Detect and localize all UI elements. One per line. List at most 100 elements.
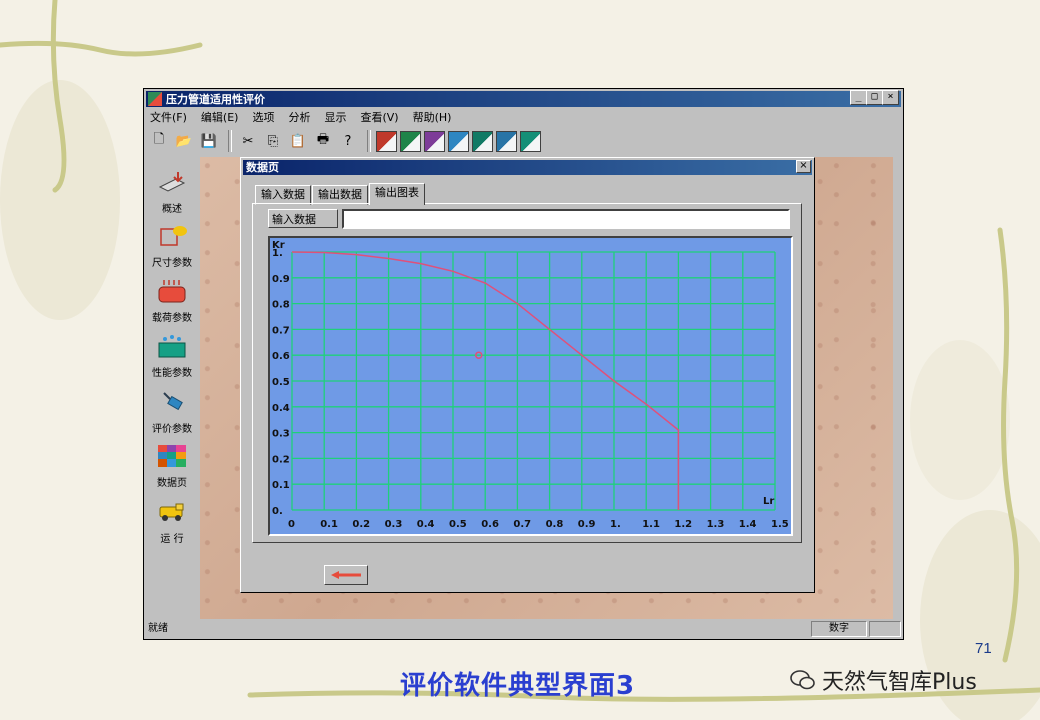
load-icon <box>158 280 186 303</box>
module-sidebar: 概述 尺寸参数 载荷参数 性能参数 评价参数 数据页 运 行 <box>146 157 198 619</box>
window-right-edge <box>893 157 901 619</box>
menu-edit[interactable]: 编辑(E) <box>199 108 241 126</box>
tab-output-chart[interactable]: 输出图表 <box>369 183 425 205</box>
menu-options[interactable]: 选项 <box>250 108 276 126</box>
toolbar-module-7-icon[interactable] <box>520 130 541 152</box>
chart-plot-area <box>270 238 791 534</box>
menu-analysis[interactable]: 分析 <box>286 108 312 126</box>
status-numlock: 数字 <box>811 621 867 637</box>
status-bar: 就绪 数字 <box>146 621 901 637</box>
sidebar-item-dimension[interactable]: 尺寸参数 <box>146 223 198 269</box>
help-icon[interactable]: ? <box>337 130 359 152</box>
slide-caption: 评价软件典型界面3 <box>400 671 636 701</box>
y-tick-label: 0.1 <box>272 480 290 491</box>
close-button[interactable]: × <box>882 90 899 105</box>
overview-icon <box>158 172 186 192</box>
x-tick-label: 1.5 <box>771 519 789 530</box>
y-axis-label: Kr <box>272 240 285 251</box>
sidebar-item-data-page[interactable]: 数据页 <box>146 443 198 489</box>
y-tick-label: 0.8 <box>272 300 290 311</box>
fad-chart-svg: 0 0.1 0.2 0.3 0.4 0.5 0.6 0.7 0.8 0.9 1. 1.1 1.2 1.3 1… <box>270 238 791 534</box>
dimension-icon <box>160 226 187 246</box>
input-data-field[interactable] <box>342 209 790 229</box>
cut-icon[interactable]: ✂ <box>237 130 259 152</box>
y-tick-label: 0. <box>272 506 283 517</box>
menu-help[interactable]: 帮助(H) <box>411 108 454 126</box>
y-tick-label: 0.4 <box>272 403 290 414</box>
menu-view[interactable]: 查看(V) <box>358 108 400 126</box>
left-arrow-icon <box>331 571 361 579</box>
fad-chart: 0 0.1 0.2 0.3 0.4 0.5 0.6 0.7 0.8 0.9 1. 1.1 1.2 1.3 1… <box>268 236 793 536</box>
status-text: 就绪 <box>148 623 168 634</box>
y-tick-label: 0.9 <box>272 274 290 285</box>
dialog-close-button[interactable]: × <box>796 160 811 173</box>
x-tick-label: 1. <box>610 519 621 530</box>
tab-panel-output-chart: 输入数据 0 0.1 0.2 0.3 0.4 0.5 0.6 0.7 0.8 0.9 1. 1.1 1.… <box>252 203 802 543</box>
y-tick-label: 0.2 <box>272 454 290 465</box>
dialog-tabs: 输入数据 输出数据 输出图表 <box>255 183 426 205</box>
x-tick-label: 0.3 <box>385 519 403 530</box>
x-tick-label: 0 <box>288 519 295 530</box>
x-tick-label: 0.5 <box>449 519 467 530</box>
x-tick-label: 0.2 <box>352 519 370 530</box>
evaluation-icon <box>163 392 183 411</box>
menu-bar: 文件(F) 编辑(E) 选项 分析 显示 查看(V) 帮助(H) <box>148 108 453 126</box>
x-tick-label: 0.7 <box>513 519 531 530</box>
sidebar-item-overview[interactable]: 概述 <box>146 169 198 215</box>
toolbar-separator <box>367 130 371 152</box>
slide-page-number: 71 <box>975 640 992 657</box>
run-icon <box>159 503 184 521</box>
maximize-button[interactable]: □ <box>866 90 883 105</box>
input-data-label: 输入数据 <box>268 209 338 228</box>
toolbar-module-6-icon[interactable] <box>496 130 517 152</box>
window-titlebar[interactable]: 压力管道适用性评价 <box>146 91 901 107</box>
x-tick-label: 0.4 <box>417 519 435 530</box>
watermark-text: 天然气智库Plus <box>822 670 977 695</box>
sidebar-item-load[interactable]: 载荷参数 <box>146 278 198 324</box>
x-axis-label: Lr <box>763 496 774 507</box>
x-tick-label: 0.6 <box>481 519 499 530</box>
toolbar-module-4-icon[interactable] <box>448 130 469 152</box>
toolbar-module-5-icon[interactable] <box>472 130 493 152</box>
y-tick-label: 0.6 <box>272 351 290 362</box>
window-title: 压力管道适用性评价 <box>166 93 265 106</box>
x-tick-label: 1.4 <box>739 519 757 530</box>
x-tick-label: 1.1 <box>642 519 660 530</box>
app-icon <box>148 92 162 106</box>
sidebar-item-performance[interactable]: 性能参数 <box>146 333 198 379</box>
sidebar-item-evaluation[interactable]: 评价参数 <box>146 389 198 435</box>
new-icon[interactable]: 🗋 <box>148 130 170 152</box>
watermark: 天然气智库Plus <box>790 664 977 696</box>
y-tick-label: 0.3 <box>272 429 290 440</box>
x-tick-label: 1.3 <box>707 519 725 530</box>
toolbar: 🗋 📂 💾 ✂ ⎘ 📋 🖶 ? <box>148 127 899 155</box>
wechat-icon <box>790 670 815 690</box>
open-icon[interactable]: 📂 <box>173 130 195 152</box>
minimize-button[interactable]: _ <box>850 90 867 105</box>
tab-output-data[interactable]: 输出数据 <box>312 185 368 205</box>
data-page-icon <box>158 445 186 467</box>
performance-icon <box>158 335 186 358</box>
toolbar-separator <box>228 130 232 152</box>
toolbar-module-3-icon[interactable] <box>424 130 445 152</box>
tab-input-data[interactable]: 输入数据 <box>255 185 311 205</box>
menu-file[interactable]: 文件(F) <box>148 108 189 126</box>
sidebar-item-run[interactable]: 运 行 <box>146 499 198 545</box>
x-tick-label: 0.9 <box>578 519 596 530</box>
print-icon[interactable]: 🖶 <box>312 130 334 152</box>
copy-icon[interactable]: ⎘ <box>262 130 284 152</box>
toolbar-module-1-icon[interactable] <box>376 130 397 152</box>
status-blank <box>869 621 901 637</box>
x-tick-label: 1.2 <box>674 519 692 530</box>
data-page-dialog: 数据页 × 输入数据 输出数据 输出图表 输入数据 0 0.1 0.2 0.3 0.4 0… <box>240 157 815 593</box>
menu-display[interactable]: 显示 <box>322 108 348 126</box>
x-tick-label: 0.8 <box>546 519 564 530</box>
dialog-title[interactable]: 数据页 <box>243 160 812 175</box>
save-icon[interactable]: 💾 <box>198 130 220 152</box>
x-tick-label: 0.1 <box>320 519 338 530</box>
back-button[interactable] <box>324 565 368 585</box>
y-tick-label: 0.7 <box>272 325 290 336</box>
y-tick-label: 0.5 <box>272 377 290 388</box>
paste-icon[interactable]: 📋 <box>287 130 309 152</box>
toolbar-module-2-icon[interactable] <box>400 130 421 152</box>
